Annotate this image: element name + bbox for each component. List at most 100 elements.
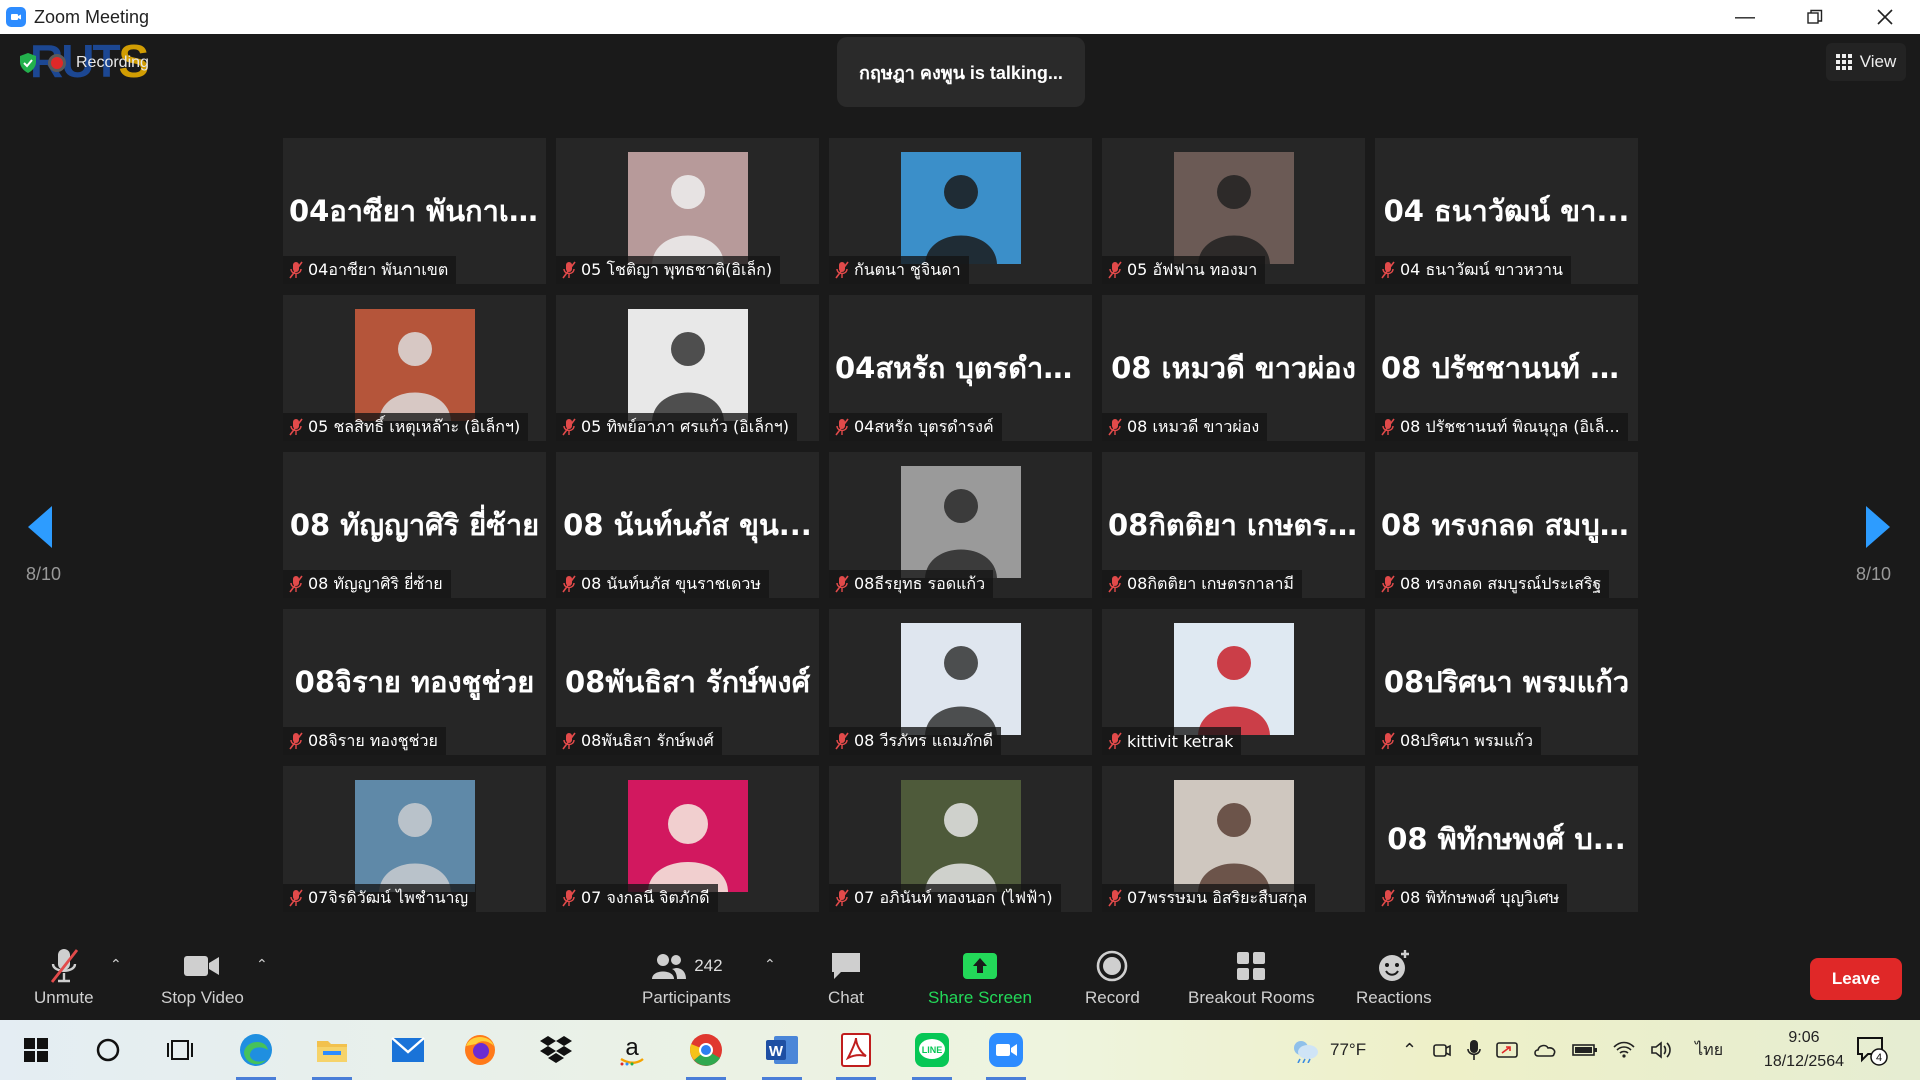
participant-name: 08พันธิสา รักษ์พงศ์ bbox=[581, 730, 714, 750]
participant-name: 08 ปรัชชานนท์ พิณนุกูล (อิเล็... bbox=[1400, 416, 1620, 436]
participant-tile[interactable]: 07 จงกลนี จิตภักดี bbox=[556, 766, 819, 912]
participant-tile[interactable]: 08 พิทักษพงศ์ บ... 08 พิทักษพงศ์ บุญวิเศษ bbox=[1375, 766, 1638, 912]
speaker-volume-icon[interactable] bbox=[1650, 1040, 1672, 1060]
participants-button[interactable]: 242 Participants bbox=[642, 944, 731, 1008]
file-explorer-icon[interactable] bbox=[310, 1028, 354, 1080]
reactions-button[interactable]: Reactions bbox=[1356, 944, 1432, 1008]
share-screen-button[interactable]: Share Screen bbox=[928, 944, 1032, 1008]
participant-tile[interactable]: 04 ธนาวัฒน์ ขา... 04 ธนาวัฒน์ ขาวหวาน bbox=[1375, 138, 1638, 284]
audio-options-chevron-up-icon[interactable]: ⌃ bbox=[110, 956, 122, 973]
participant-tile[interactable]: 08 เหมวดี ขาวผ่อง 08 เหมวดี ขาวผ่อง bbox=[1102, 295, 1365, 441]
acrobat-pdf-icon[interactable] bbox=[834, 1028, 878, 1080]
screen-share-tray-icon[interactable] bbox=[1496, 1040, 1518, 1060]
participant-tile[interactable]: 08 นันท์นภัส ขุน... 08 นันท์นภัส ขุนราชเด… bbox=[556, 452, 819, 598]
taskbar-clock[interactable]: 9:06 18/12/2564 bbox=[1764, 1026, 1844, 1074]
muted-mic-icon bbox=[562, 732, 576, 750]
windows-start-icon[interactable] bbox=[14, 1028, 58, 1072]
firefox-icon[interactable] bbox=[458, 1028, 502, 1072]
chrome-icon[interactable] bbox=[684, 1028, 728, 1080]
onedrive-cloud-icon[interactable] bbox=[1533, 1042, 1557, 1058]
meeting-area: RUTS Recording กฤษฎา คงพูน is talking...… bbox=[0, 34, 1920, 938]
task-view-icon[interactable] bbox=[158, 1028, 202, 1072]
participant-tile[interactable]: 05 โชติญา พุทธชาติ(อิเล็ก) bbox=[556, 138, 819, 284]
mail-icon[interactable] bbox=[386, 1028, 430, 1072]
participant-tile[interactable]: kittivit ketrak bbox=[1102, 609, 1365, 755]
record-button[interactable]: Record bbox=[1085, 944, 1140, 1008]
participant-name: 08 ทัญญาศิริ ยี่ซ้าย bbox=[308, 573, 443, 593]
leave-button[interactable]: Leave bbox=[1810, 958, 1902, 1000]
muted-mic-icon bbox=[562, 418, 576, 436]
participant-tile[interactable]: 04อาซียา พันกาเขต 04อาซียา พันกาเขต bbox=[283, 138, 546, 284]
participant-name-tag: 05 โชติญา พุทธชาติ(อิเล็ก) bbox=[556, 256, 781, 284]
participant-name: 05 โชติญา พุทธชาติ(อิเล็ก) bbox=[581, 259, 773, 279]
show-hidden-icons-chevron-up-icon[interactable]: ⌃ bbox=[1402, 1040, 1417, 1061]
participant-tile[interactable]: 08พันธิสา รักษ์พงศ์ 08พันธิสา รักษ์พงศ์ bbox=[556, 609, 819, 755]
muted-mic-icon bbox=[562, 575, 576, 593]
restore-button[interactable] bbox=[1780, 0, 1850, 34]
participant-name-tag: 07 อภินันท์ ทองนอก (ไฟฟ้า) bbox=[829, 884, 1061, 912]
participant-video-thumbnail bbox=[900, 780, 1021, 892]
breakout-rooms-button[interactable]: Breakout Rooms bbox=[1188, 944, 1315, 1008]
participant-tile[interactable]: 08 ปรัชชานนท์ พิ... 08 ปรัชชานนท์ พิณนุกู… bbox=[1375, 295, 1638, 441]
participant-name: 08 นันท์นภัส ขุนราชเดวษ bbox=[581, 573, 761, 593]
view-button[interactable]: View bbox=[1826, 43, 1906, 81]
line-app-icon[interactable]: LINE bbox=[910, 1028, 954, 1080]
participant-tile[interactable]: 07 อภินันท์ ทองนอก (ไฟฟ้า) bbox=[829, 766, 1092, 912]
participant-tile[interactable]: 08จิราย ทองชูช่วย 08จิราย ทองชูช่วย bbox=[283, 609, 546, 755]
participant-tile[interactable]: 05 อัฟฟาน ทองมา bbox=[1102, 138, 1365, 284]
muted-mic-icon bbox=[835, 575, 849, 593]
participant-tile[interactable]: 04สหรัถ บุตรดำร... 04สหรัถ บุตรดำรงค์ bbox=[829, 295, 1092, 441]
participant-video-thumbnail bbox=[900, 152, 1021, 264]
participant-tile[interactable]: 07พรรษมน อิสริยะสืบสกุล bbox=[1102, 766, 1365, 912]
weather-widget[interactable]: 77°F bbox=[1290, 1020, 1366, 1080]
battery-icon[interactable] bbox=[1572, 1043, 1598, 1057]
participant-tile[interactable]: 05 ชลสิทธิ์ เหตุเหล๊าะ (อิเล็กฯ) bbox=[283, 295, 546, 441]
participant-tile[interactable]: 08 ทรงกลด สมบู... 08 ทรงกลด สมบูรณ์ประเสร… bbox=[1375, 452, 1638, 598]
microphone-in-use-icon[interactable] bbox=[1467, 1039, 1481, 1061]
participant-tile[interactable]: 08 วีรภัทร แถมภักดี bbox=[829, 609, 1092, 755]
participant-tile[interactable]: กันตนา ชูจินดา bbox=[829, 138, 1092, 284]
video-options-chevron-up-icon[interactable]: ⌃ bbox=[256, 956, 268, 973]
participant-name-tag: 04สหรัถ บุตรดำรงค์ bbox=[829, 413, 1002, 441]
participant-tile[interactable]: 08 ทัญญาศิริ ยี่ซ้าย 08 ทัญญาศิริ ยี่ซ้าย bbox=[283, 452, 546, 598]
close-button[interactable] bbox=[1850, 0, 1920, 34]
search-circle-icon[interactable] bbox=[86, 1028, 130, 1072]
wifi-icon[interactable] bbox=[1613, 1041, 1635, 1059]
participant-name-tag: 05 ชลสิทธิ์ เหตุเหล๊าะ (อิเล็กฯ) bbox=[283, 413, 529, 441]
input-language[interactable]: ไทย bbox=[1695, 1038, 1723, 1063]
word-icon[interactable]: W bbox=[760, 1028, 804, 1080]
record-dot-icon bbox=[48, 54, 66, 72]
stop-video-button[interactable]: Stop Video bbox=[161, 944, 244, 1008]
reactions-label: Reactions bbox=[1356, 988, 1432, 1007]
participant-tile[interactable]: 05 ทิพย์อาภา ศรแก้ว (อิเล็กฯ) bbox=[556, 295, 819, 441]
muted-mic-icon bbox=[1381, 575, 1395, 593]
amazon-icon[interactable]: a bbox=[610, 1028, 654, 1072]
chat-button[interactable]: Chat bbox=[828, 944, 864, 1008]
notifications-icon[interactable]: 4 bbox=[1850, 1028, 1894, 1072]
recording-status[interactable]: Recording bbox=[18, 52, 149, 74]
unmute-button[interactable]: Unmute bbox=[34, 944, 94, 1008]
participant-name-tag: 07พรรษมน อิสริยะสืบสกุล bbox=[1102, 884, 1316, 912]
record-label: Record bbox=[1085, 988, 1140, 1007]
participant-name: 05 ทิพย์อาภา ศรแก้ว (อิเล็กฯ) bbox=[581, 416, 789, 436]
participant-count: 242 bbox=[694, 956, 723, 975]
next-page-arrow-icon[interactable] bbox=[1858, 502, 1898, 552]
participant-video-thumbnail bbox=[354, 309, 475, 421]
participant-tile[interactable]: 08ธีรยุทธ รอดแก้ว bbox=[829, 452, 1092, 598]
participant-tile[interactable]: 07จิรดิวัฒน์ ไพชำนาญ bbox=[283, 766, 546, 912]
muted-mic-icon bbox=[1381, 889, 1395, 907]
participants-icon bbox=[652, 954, 687, 979]
participant-name-tag: 08ธีรยุทธ รอดแก้ว bbox=[829, 570, 994, 598]
edge-browser-icon[interactable] bbox=[234, 1028, 278, 1080]
participant-tile[interactable]: 08กิตติยา เกษตร... 08กิตติยา เกษตรกาลามี bbox=[1102, 452, 1365, 598]
meet-now-icon[interactable] bbox=[1432, 1040, 1452, 1060]
dropbox-icon[interactable] bbox=[534, 1028, 578, 1072]
zoom-taskbar-icon[interactable] bbox=[984, 1028, 1028, 1080]
minimize-button[interactable]: — bbox=[1710, 0, 1780, 34]
participant-tile[interactable]: 08ปริศนา พรมแก้ว 08ปริศนา พรมแก้ว bbox=[1375, 609, 1638, 755]
participants-options-chevron-up-icon[interactable]: ⌃ bbox=[764, 956, 776, 973]
participant-name-tag: 07 จงกลนี จิตภักดี bbox=[556, 884, 718, 912]
participant-name-tag: กันตนา ชูจินดา bbox=[829, 256, 969, 284]
previous-page-arrow-icon[interactable] bbox=[24, 502, 64, 552]
participant-name: 08ปริศนา พรมแก้ว bbox=[1400, 730, 1533, 750]
